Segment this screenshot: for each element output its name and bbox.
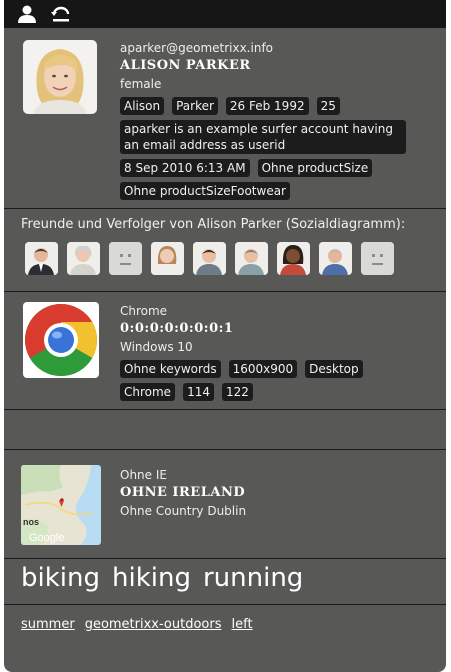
tag-version: 114 <box>183 383 214 401</box>
geo-section: nos Google Ohne IE OHNE IRELAND Ohne Cou… <box>4 449 446 559</box>
email-text: aparker@geometrixx.info <box>120 41 274 55</box>
friends-title: Freunde und Verfolger von Alison Parker … <box>21 217 406 232</box>
link-summer[interactable]: summer <box>21 617 75 632</box>
county-text: Ohne Country Dublin <box>120 504 247 518</box>
svg-text:nos: nos <box>23 517 39 527</box>
friends-list <box>25 242 394 275</box>
friend-avatar[interactable] <box>277 242 310 275</box>
link-left[interactable]: left <box>232 617 253 632</box>
profile-section: aparker@geometrixx.info ALISON PARKER fe… <box>4 29 446 208</box>
tag-registered: 8 Sep 2010 6:13 AM <box>120 159 250 177</box>
segment-links: summer geometrixx-outdoors left <box>21 617 253 632</box>
empty-section <box>4 409 446 450</box>
gender-text: female <box>120 77 162 91</box>
tag-lastname: Parker <box>172 97 218 115</box>
profile-tags: Alison Parker 26 Feb 1992 25 aparker is … <box>120 97 420 200</box>
tag-keywords: Ohne keywords <box>120 360 221 378</box>
tag-resolution: 1600x900 <box>228 360 298 378</box>
browser-tags: Ohne keywords 1600x900 Desktop Chrome 11… <box>120 360 420 401</box>
toolbar <box>4 0 446 28</box>
profile-info: aparker@geometrixx.info ALISON PARKER fe… <box>120 39 420 200</box>
country-text: Ohne IE <box>120 468 167 482</box>
friend-placeholder-avatar[interactable] <box>109 242 142 275</box>
browser-name: Chrome <box>120 304 168 318</box>
interest-item: hiking <box>112 563 191 593</box>
friend-avatar[interactable] <box>193 242 226 275</box>
friend-avatar[interactable] <box>25 242 58 275</box>
tag-age: 25 <box>316 97 340 115</box>
link-geometrixx-outdoors[interactable]: geometrixx-outdoors <box>85 617 222 632</box>
profile-name: ALISON PARKER <box>120 58 251 73</box>
interest-item: running <box>202 563 304 593</box>
tag-product-size: Ohne productSize <box>257 159 373 177</box>
location-map[interactable]: nos Google <box>21 465 101 545</box>
chrome-icon <box>23 302 99 378</box>
interest-item: biking <box>21 563 100 593</box>
profile-panel: aparker@geometrixx.info ALISON PARKER fe… <box>4 0 446 672</box>
friend-avatar[interactable] <box>235 242 268 275</box>
interests-list: biking hiking running <box>21 563 303 593</box>
interests-section: biking hiking running <box>4 558 446 605</box>
browser-section: Chrome 0:0:0:0:0:0:0:1 Windows 10 Ohne k… <box>4 291 446 410</box>
friend-avatar[interactable] <box>151 242 184 275</box>
tag-device: Desktop <box>305 360 363 378</box>
user-icon[interactable] <box>16 4 38 24</box>
profile-avatar <box>23 40 97 114</box>
region-text: OHNE IRELAND <box>120 485 246 500</box>
tag-description: aparker is an example surfer account hav… <box>120 120 406 154</box>
browser-info: Chrome 0:0:0:0:0:0:0:1 Windows 10 Ohne k… <box>120 302 420 401</box>
tag-version-2: 122 <box>221 383 253 401</box>
friend-placeholder-avatar[interactable] <box>361 242 394 275</box>
friend-avatar[interactable] <box>319 242 352 275</box>
os-text: Windows 10 <box>120 340 193 354</box>
links-section: summer geometrixx-outdoors left <box>4 604 446 672</box>
map-attribution: Google <box>29 532 64 544</box>
ip-address: 0:0:0:0:0:0:0:1 <box>120 321 234 336</box>
friend-avatar[interactable] <box>67 242 100 275</box>
tag-firstname: Alison <box>120 97 165 115</box>
geo-info: Ohne IE OHNE IRELAND Ohne Country Dublin <box>120 466 246 520</box>
tag-product-size-footwear: Ohne productSizeFootwear <box>120 182 290 200</box>
tag-browser: Chrome <box>120 383 176 401</box>
logout-icon[interactable] <box>50 4 72 24</box>
friends-section: Freunde und Verfolger von Alison Parker … <box>4 208 446 292</box>
tag-birthday: 26 Feb 1992 <box>225 97 309 115</box>
